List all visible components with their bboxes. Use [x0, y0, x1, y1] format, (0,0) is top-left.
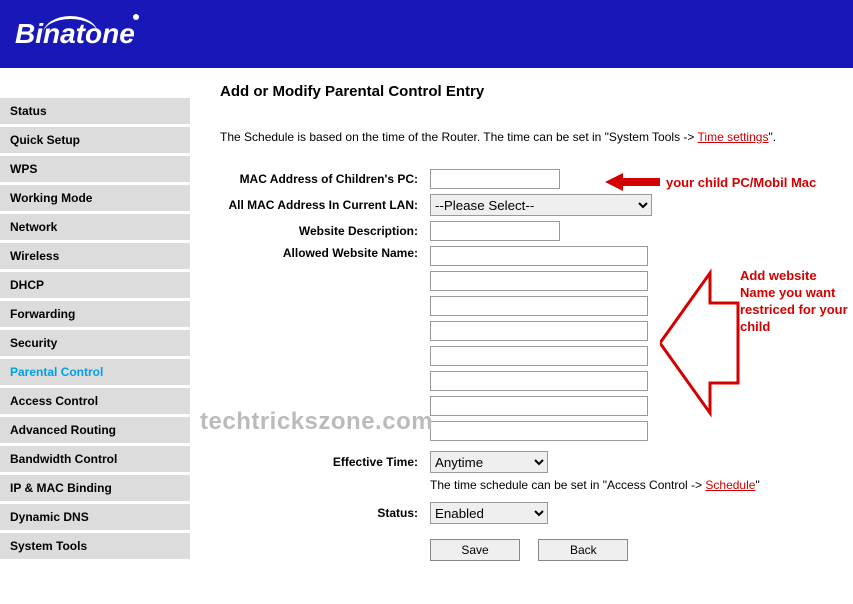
sidebar-item-quick-setup[interactable]: Quick Setup [0, 127, 190, 153]
arrow-left-icon [605, 171, 660, 193]
allowed-website-input-1[interactable] [430, 246, 648, 266]
header: Binatone [0, 0, 853, 68]
mac-address-input[interactable] [430, 169, 560, 189]
sidebar-item-access-control[interactable]: Access Control [0, 388, 190, 414]
sidebar-item-dynamic-dns[interactable]: Dynamic DNS [0, 504, 190, 530]
all-mac-label: All MAC Address In Current LAN: [220, 198, 430, 212]
watermark: techtrickszone.com [200, 408, 433, 436]
annotation-websites: Add website Name you want restriced for … [740, 268, 850, 336]
sidebar-item-status[interactable]: Status [0, 98, 190, 124]
time-label: Effective Time: [220, 455, 430, 469]
allowed-website-input-5[interactable] [430, 346, 648, 366]
allowed-website-input-4[interactable] [430, 321, 648, 341]
main-content: Add or Modify Parental Control Entry The… [190, 68, 853, 604]
allowed-website-input-6[interactable] [430, 371, 648, 391]
schedule-info: The Schedule is based on the time of the… [220, 130, 833, 144]
sidebar-item-parental-control[interactable]: Parental Control [0, 359, 190, 385]
schedule-link[interactable]: Schedule [705, 478, 755, 492]
allowed-website-input-3[interactable] [430, 296, 648, 316]
sidebar-item-network[interactable]: Network [0, 214, 190, 240]
status-select[interactable]: Enabled [430, 502, 548, 524]
sidebar-item-wps[interactable]: WPS [0, 156, 190, 182]
sidebar-item-ip-mac-binding[interactable]: IP & MAC Binding [0, 475, 190, 501]
sidebar-item-working-mode[interactable]: Working Mode [0, 185, 190, 211]
allowed-label: Allowed Website Name: [220, 246, 430, 260]
sidebar: Status Quick Setup WPS Working Mode Netw… [0, 68, 190, 604]
allowed-website-input-2[interactable] [430, 271, 648, 291]
sidebar-item-advanced-routing[interactable]: Advanced Routing [0, 417, 190, 443]
desc-label: Website Description: [220, 224, 430, 238]
sidebar-item-dhcp[interactable]: DHCP [0, 272, 190, 298]
brand-logo: Binatone [15, 18, 135, 50]
save-button[interactable]: Save [430, 539, 520, 561]
effective-time-select[interactable]: Anytime [430, 451, 548, 473]
sidebar-item-security[interactable]: Security [0, 330, 190, 356]
allowed-website-input-7[interactable] [430, 396, 648, 416]
status-label: Status: [220, 506, 430, 520]
schedule-help-text: The time schedule can be set in "Access … [430, 478, 833, 492]
back-button[interactable]: Back [538, 539, 628, 561]
sidebar-item-forwarding[interactable]: Forwarding [0, 301, 190, 327]
time-settings-link[interactable]: Time settings [698, 130, 769, 144]
annotation-mac: your child PC/Mobil Mac [605, 171, 816, 193]
website-description-input[interactable] [430, 221, 560, 241]
sidebar-item-wireless[interactable]: Wireless [0, 243, 190, 269]
sidebar-item-bandwidth-control[interactable]: Bandwidth Control [0, 446, 190, 472]
sidebar-item-system-tools[interactable]: System Tools [0, 533, 190, 559]
annotation-arrow-icon [660, 253, 740, 436]
all-mac-select[interactable]: --Please Select-- [430, 194, 652, 216]
mac-label: MAC Address of Children's PC: [220, 172, 430, 186]
allowed-website-input-8[interactable] [430, 421, 648, 441]
page-title: Add or Modify Parental Control Entry [220, 83, 833, 100]
